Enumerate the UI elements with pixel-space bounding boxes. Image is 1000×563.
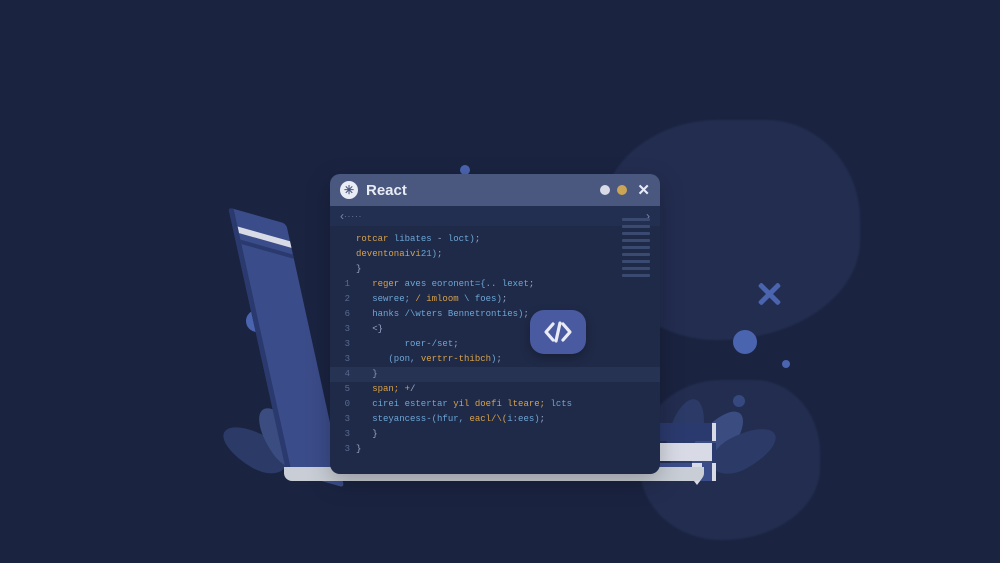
code-line[interactable]: hanks /\wters Bennetronties); <box>356 307 660 322</box>
code-line[interactable]: (pon, vertrr-thibch); <box>356 352 660 367</box>
react-logo-icon: ✳ <box>340 181 358 199</box>
breadcrumb-bar: ‹ ····· › <box>330 206 660 226</box>
line-number <box>330 247 350 262</box>
line-number <box>330 262 350 277</box>
code-line[interactable]: roer-/set; <box>356 337 660 352</box>
code-line[interactable]: } <box>356 442 660 457</box>
code-line[interactable]: span; +/ <box>356 382 660 397</box>
code-line[interactable]: rotcar libates - loct); <box>356 232 660 247</box>
code-lines[interactable]: rotcar libates - loct);deventonaivi21);}… <box>356 232 660 474</box>
line-number: 6 <box>330 307 350 322</box>
decor-dot <box>733 330 757 354</box>
line-number <box>330 232 350 247</box>
line-number: 2 <box>330 292 350 307</box>
decor-dot <box>733 395 745 407</box>
line-highlight <box>330 367 660 382</box>
window-title: React <box>366 182 407 199</box>
code-line[interactable]: cirei estertar yil doefi lteare; lcts <box>356 397 660 412</box>
code-line[interactable]: deventonaivi21); <box>356 247 660 262</box>
code-line[interactable]: <} <box>356 322 660 337</box>
code-badge-icon <box>530 310 586 354</box>
line-number: 5 <box>330 382 350 397</box>
minimap <box>622 218 650 277</box>
code-line[interactable]: steyancess-(hfur, eacl/\(i:ees); <box>356 412 660 427</box>
line-number: 3 <box>330 337 350 352</box>
window-control-dot[interactable] <box>600 185 610 195</box>
line-number: 1 <box>330 277 350 292</box>
line-number: 3 <box>330 412 350 427</box>
line-number: 3 <box>330 427 350 442</box>
code-line[interactable]: } <box>356 262 660 277</box>
line-number: 0 <box>330 397 350 412</box>
editor-window: ✳ React ✕ ‹ ····· › 126333450333 rotcar … <box>330 174 660 474</box>
window-control-dot[interactable] <box>617 185 627 195</box>
line-number: 3 <box>330 442 350 457</box>
line-number: 3 <box>330 352 350 367</box>
code-line[interactable]: sewree; / imloom \ foes); <box>356 292 660 307</box>
decor-dot <box>782 360 790 368</box>
titlebar: ✳ React ✕ <box>330 174 660 206</box>
code-line[interactable]: } <box>356 427 660 442</box>
line-gutter: 126333450333 <box>330 232 356 474</box>
breadcrumb-path: ····· <box>344 212 642 221</box>
code-area[interactable]: 126333450333 rotcar libates - loct);deve… <box>330 226 660 474</box>
line-number: 3 <box>330 322 350 337</box>
x-icon <box>755 280 783 308</box>
close-icon[interactable]: ✕ <box>637 183 650 198</box>
code-line[interactable]: reger aves eoronent={.. lexet; <box>356 277 660 292</box>
